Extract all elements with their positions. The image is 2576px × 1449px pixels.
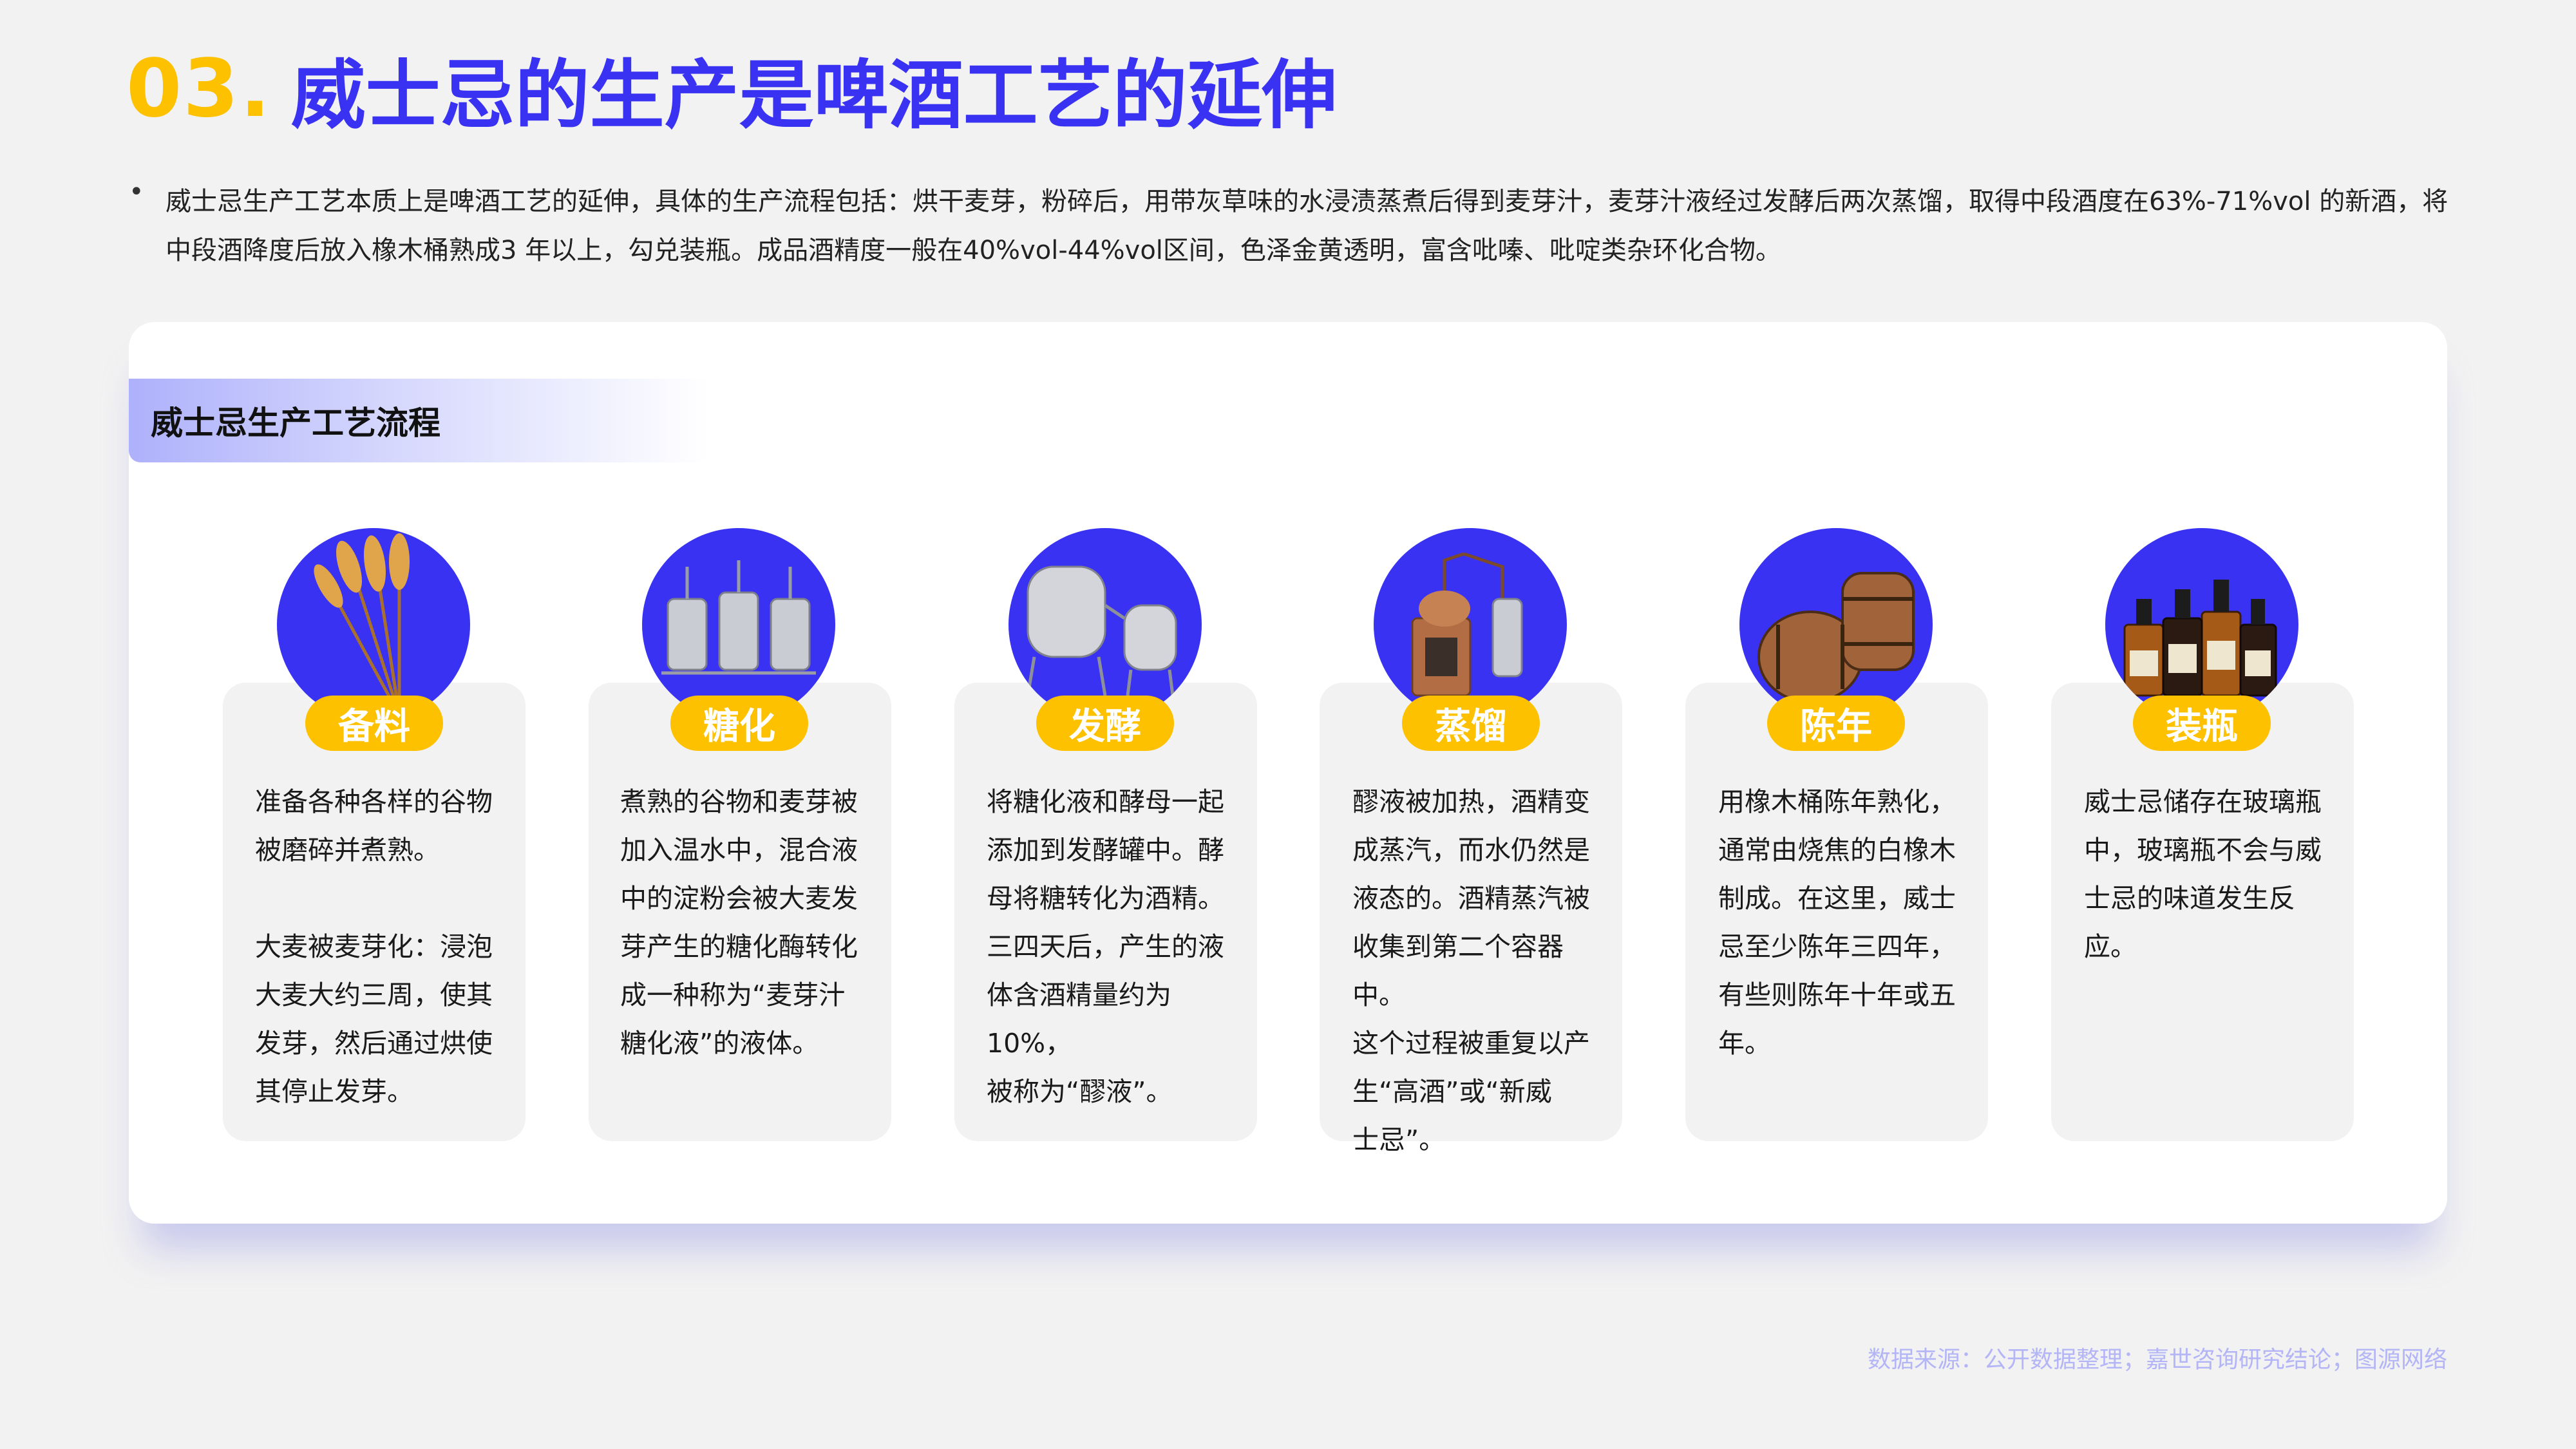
step-desc-6: 威士忌储存在玻璃瓶 中，玻璃瓶不会与威 士忌的味道发生反应。 (2084, 786, 2322, 962)
step-desc-1: 准备各种各样的谷物 被磨碎并煮熟。 大麦被麦芽化：浸泡 大麦大约三周，使其 发芽… (255, 786, 493, 1107)
panel-title-tag: 威士忌生产工艺流程 (129, 379, 708, 462)
wheat-icon (277, 528, 470, 721)
step-desc-5: 用橡木桶陈年熟化， 通常由烧焦的白橡木 制成。在这里，威士 忌至少陈年三四年， … (1718, 786, 1956, 1059)
brewing-tanks-icon (642, 528, 835, 721)
step-desc-2: 煮熟的谷物和麦芽被 加入温水中，混合液 中的淀粉会被大麦发 芽产生的糖化酶转化 … (620, 786, 858, 1059)
step-label-5: 陈年 (1767, 696, 1905, 751)
still-icon (1374, 528, 1567, 721)
bottles-icon (2105, 528, 2298, 721)
barrel-icon (1739, 528, 1933, 721)
step-label-3: 发酵 (1036, 696, 1174, 751)
step-label-2: 糖化 (670, 696, 808, 751)
step-label-4: 蒸馏 (1402, 696, 1540, 751)
section-number: 03. (126, 43, 272, 135)
panel-title: 威士忌生产工艺流程 (151, 404, 440, 442)
data-source-note: 数据来源：公开数据整理；嘉世咨询研究结论；图源网络 (1867, 1347, 2447, 1373)
step-desc-3: 将糖化液和酵母一起 添加到发酵罐中。酵 母将糖转化为酒精。 三四天后，产生的液 … (987, 786, 1224, 1107)
page-title: 03. 威士忌的生产是啤酒工艺的延伸 (126, 37, 1337, 140)
fermentation-tank-icon (1009, 528, 1202, 721)
step-label-1: 备料 (305, 696, 443, 751)
intro-paragraph: • 威士忌生产工艺本质上是啤酒工艺的延伸，具体的生产流程包括：烘干麦芽，粉碎后，… (129, 177, 2454, 275)
step-label-6: 装瓶 (2133, 696, 2271, 751)
intro-text: 威士忌生产工艺本质上是啤酒工艺的延伸，具体的生产流程包括：烘干麦芽，粉碎后，用带… (166, 187, 2448, 265)
title-text: 威士忌的生产是啤酒工艺的延伸 (290, 52, 1337, 139)
step-desc-4: 醪液被加热，酒精变 成蒸汽，而水仍然是 液态的。酒精蒸汽被 收集到第二个容器中。… (1352, 786, 1590, 1155)
bullet-icon: • (129, 177, 144, 207)
